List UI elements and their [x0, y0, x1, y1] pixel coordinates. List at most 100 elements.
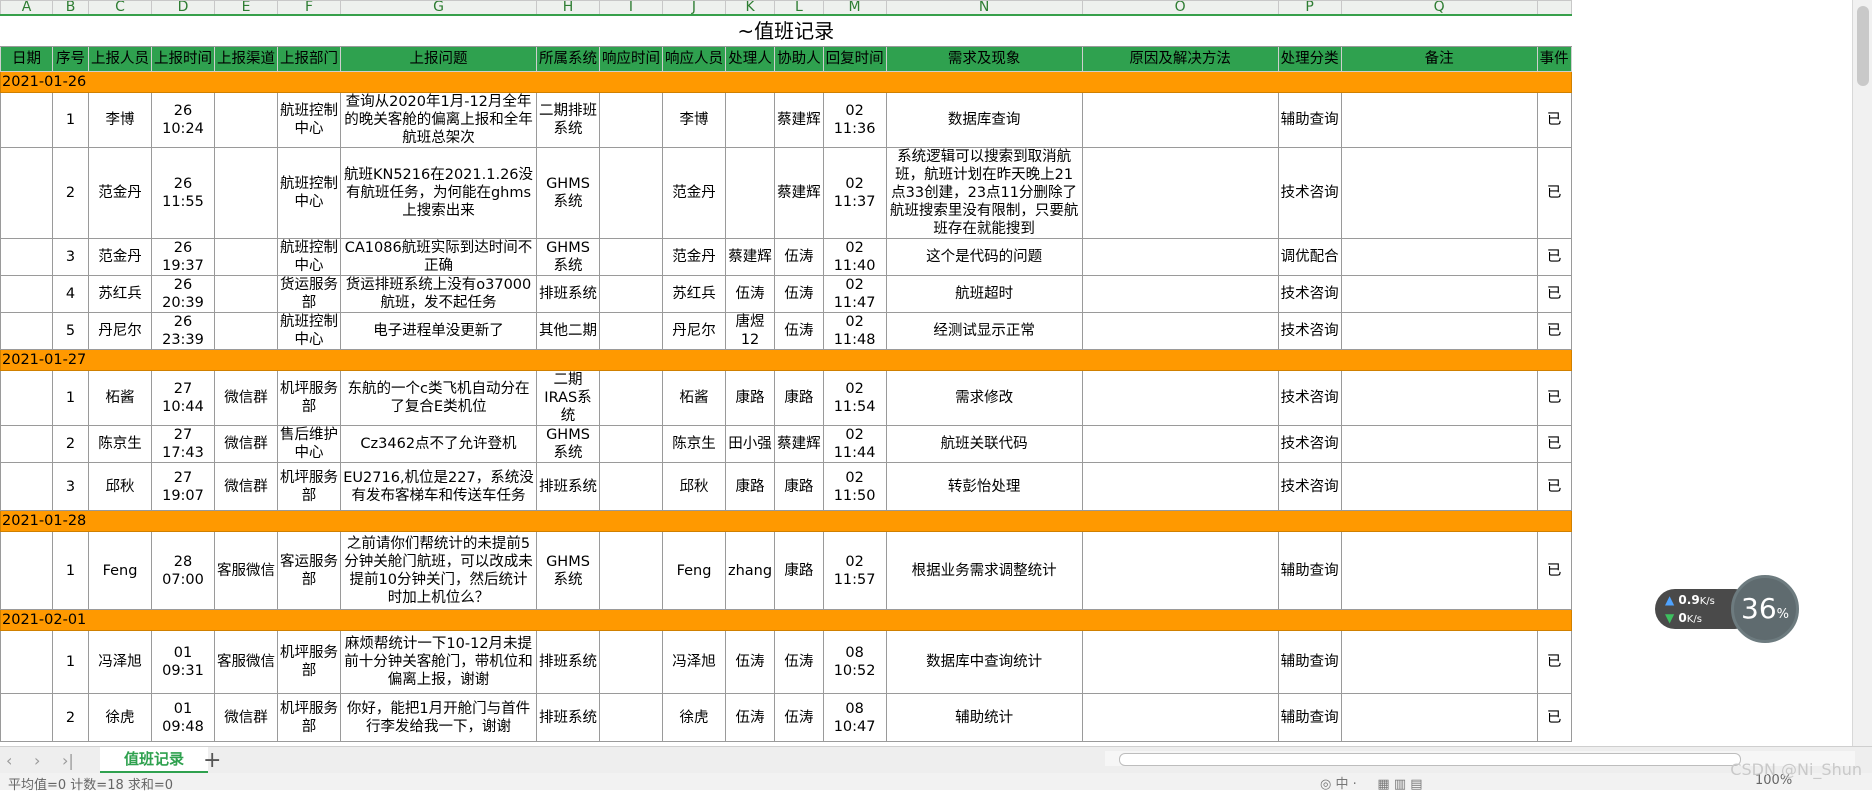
vertical-scrollbar[interactable] [1852, 0, 1872, 746]
cell-remark[interactable] [1340, 147, 1538, 239]
cell-time[interactable]: 01 09:31 [151, 630, 215, 694]
cell-system[interactable]: GHMS系统 [536, 531, 600, 610]
column-header[interactable]: 响应人员 [662, 46, 726, 72]
column-letter[interactable]: C [88, 0, 152, 16]
cell-issue[interactable]: 查询从2020年1月-12月全年的晚关客舱的偏离上报和全年航班总架次 [340, 92, 537, 148]
cell-cause[interactable] [1081, 147, 1279, 239]
column-letter[interactable]: D [151, 0, 215, 16]
cell-reply[interactable]: 02 11:50 [822, 462, 887, 511]
cell-time[interactable]: 26 10:24 [151, 92, 215, 148]
cell-reporter[interactable]: 陈京生 [88, 425, 152, 463]
cell-dept[interactable]: 航班控制中心 [277, 147, 341, 239]
cell-category[interactable]: 辅助查询 [1277, 693, 1342, 742]
cell-reporter[interactable]: 范金丹 [88, 238, 152, 276]
cell-cause[interactable] [1081, 275, 1279, 313]
cell-handler[interactable]: 伍涛 [724, 693, 776, 742]
cell-resp_time[interactable] [599, 462, 663, 511]
cell-handler[interactable]: 田小强 [724, 425, 776, 463]
cell-category[interactable]: 调优配合 [1277, 238, 1342, 276]
cell-responder[interactable]: 李博 [662, 92, 726, 148]
cell-issue[interactable]: 之前请你们帮统计的未提前5分钟关舱门航班，可以改成未提前10分钟关门，然后统计时… [340, 531, 537, 610]
cell-issue[interactable]: 麻烦帮统计一下10-12月未提前十分钟关客舱门，带机位和偏离上报，谢谢 [340, 630, 537, 694]
column-letter[interactable]: L [774, 0, 824, 16]
cell-no[interactable]: 2 [52, 693, 89, 742]
cell-reporter[interactable]: 徐虎 [88, 693, 152, 742]
prev-sheet-icon[interactable]: ‹ [6, 751, 12, 770]
vertical-scroll-thumb[interactable] [1857, 6, 1869, 86]
cell-event[interactable]: 已 [1536, 630, 1572, 694]
cell-no[interactable]: 3 [52, 238, 89, 276]
next-sheet-icon[interactable]: › [34, 751, 40, 770]
cell-handler[interactable]: 康路 [724, 462, 776, 511]
cell-system[interactable]: 排班系统 [536, 275, 600, 313]
cell-assist[interactable]: 伍涛 [774, 238, 824, 276]
column-header[interactable]: 日期 [0, 46, 53, 72]
network-monitor-widget[interactable]: ▲ 0.9K/s ▼ 0K/s 36% [1655, 575, 1805, 643]
cell-handler[interactable] [724, 92, 776, 148]
cell-channel[interactable] [214, 92, 278, 148]
cell-resp_time[interactable] [599, 370, 663, 426]
cell-handler[interactable]: 唐煜12 [724, 312, 776, 350]
cell-phenomenon[interactable]: 数据库查询 [885, 92, 1083, 148]
cell-no[interactable]: 1 [52, 370, 89, 426]
column-letter[interactable]: K [724, 0, 776, 16]
column-header[interactable]: 响应时间 [599, 46, 663, 72]
cell-time[interactable]: 27 10:44 [151, 370, 215, 426]
column-letter[interactable]: G [340, 0, 537, 16]
cell-category[interactable]: 技术咨询 [1277, 312, 1342, 350]
cell-event[interactable]: 已 [1536, 425, 1572, 463]
cell-assist[interactable]: 康路 [774, 462, 824, 511]
cell-phenomenon[interactable]: 航班超时 [885, 275, 1083, 313]
cell-time[interactable]: 26 20:39 [151, 275, 215, 313]
cell-responder[interactable]: 苏红兵 [662, 275, 726, 313]
cell-channel[interactable]: 客服微信 [214, 630, 278, 694]
cell-category[interactable]: 技术咨询 [1277, 462, 1342, 511]
cell-responder[interactable]: 范金丹 [662, 238, 726, 276]
cell-phenomenon[interactable]: 系统逻辑可以搜索到取消航班，航班计划在昨天晚上21点33创建，23点11分删除了… [885, 147, 1083, 239]
cell-reply[interactable]: 02 11:54 [822, 370, 887, 426]
cell-channel[interactable]: 微信群 [214, 370, 278, 426]
cell-cause[interactable] [1081, 92, 1279, 148]
cell-cause[interactable] [1081, 630, 1279, 694]
date-group-cell[interactable]: 2021-02-01 [0, 609, 1572, 631]
cell-phenomenon[interactable]: 经测试显示正常 [885, 312, 1083, 350]
column-letter[interactable]: E [214, 0, 278, 16]
cell-issue[interactable]: CA1086航班实际到达时间不正确 [340, 238, 537, 276]
column-header[interactable]: 需求及现象 [885, 46, 1083, 72]
cell-no[interactable]: 4 [52, 275, 89, 313]
cell-responder[interactable]: 徐虎 [662, 693, 726, 742]
cell-category[interactable]: 技术咨询 [1277, 275, 1342, 313]
cell-time[interactable]: 27 17:43 [151, 425, 215, 463]
cell-reply[interactable]: 02 11:40 [822, 238, 887, 276]
cell-event[interactable]: 已 [1536, 92, 1572, 148]
cell-reply[interactable]: 02 11:47 [822, 275, 887, 313]
cell-remark[interactable] [1340, 370, 1538, 426]
cell-handler[interactable]: 康路 [724, 370, 776, 426]
cell-reporter[interactable]: 范金丹 [88, 147, 152, 239]
cell-no[interactable]: 2 [52, 425, 89, 463]
view-mode-icons[interactable]: ◎ 中 · ▦ ▥ ▤ [1320, 773, 1423, 792]
cell-remark[interactable] [1340, 425, 1538, 463]
cell-assist[interactable]: 伍涛 [774, 312, 824, 350]
cell-cause[interactable] [1081, 312, 1279, 350]
cell-system[interactable]: 排班系统 [536, 630, 600, 694]
cell-event[interactable]: 已 [1536, 693, 1572, 742]
cell-assist[interactable]: 蔡建辉 [774, 92, 824, 148]
cell-event[interactable]: 已 [1536, 312, 1572, 350]
cell-date[interactable] [0, 693, 53, 742]
cell-system[interactable]: 二期排班系统 [536, 92, 600, 148]
cell-resp_time[interactable] [599, 92, 663, 148]
cell-resp_time[interactable] [599, 147, 663, 239]
cell-issue[interactable]: 电子进程单没更新了 [340, 312, 537, 350]
column-letter[interactable]: B [52, 0, 89, 16]
last-sheet-icon[interactable]: ›| [62, 751, 74, 770]
cell-channel[interactable] [214, 312, 278, 350]
cell-date[interactable] [0, 275, 53, 313]
column-header[interactable]: 回复时间 [822, 46, 887, 72]
cell-system[interactable]: 其他二期 [536, 312, 600, 350]
cell-assist[interactable]: 蔡建辉 [774, 147, 824, 239]
cell-reply[interactable]: 02 11:37 [822, 147, 887, 239]
horizontal-scroll-thumb[interactable] [1119, 753, 1741, 766]
cell-reporter[interactable]: 苏红兵 [88, 275, 152, 313]
cell-resp_time[interactable] [599, 531, 663, 610]
